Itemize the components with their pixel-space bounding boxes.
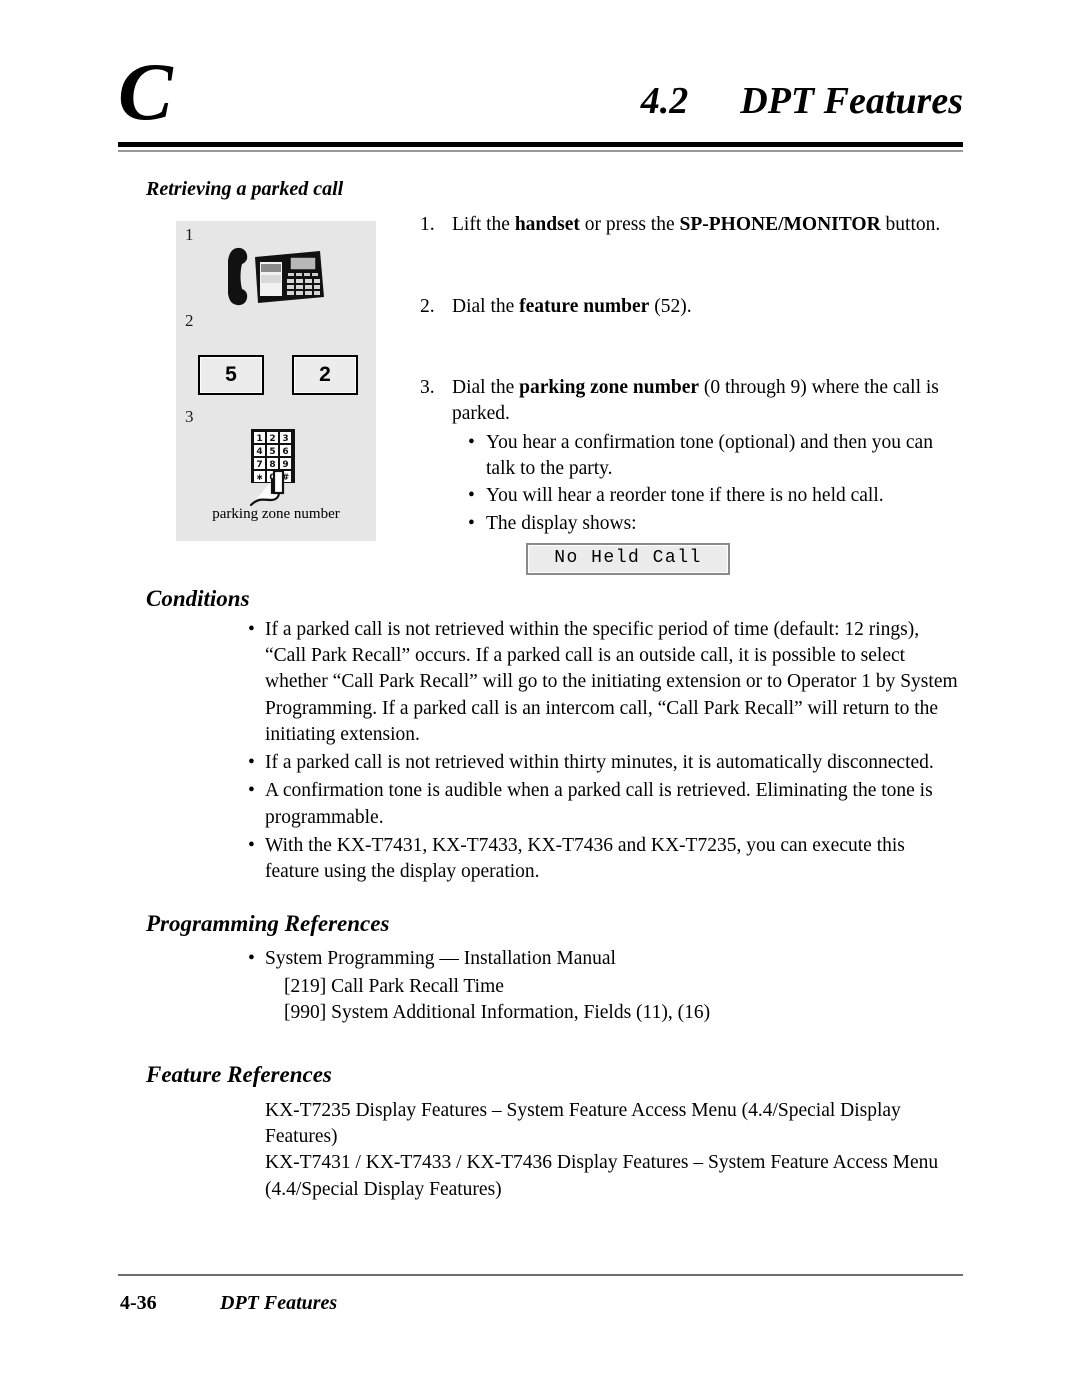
lcd-display-box: No Held Call (526, 542, 730, 575)
conditions-heading: Conditions (146, 586, 250, 611)
svg-text:∗: ∗ (256, 473, 264, 483)
programming-reference-entry-1: [219] Call Park Recall Time (284, 976, 504, 998)
programming-reference-entry-2: [990] System Additional Information, Fie… (284, 1002, 711, 1024)
step-3-substeps: You hear a confirmation tone (optional) … (452, 430, 965, 575)
feature-reference-entry-1: KX-T7235 Display Features – System Featu… (265, 1100, 901, 1148)
procedure-steps: 1. Lift the handset or press the SP-PHON… (420, 212, 965, 575)
illustration-step-1-label: 1 (185, 225, 194, 244)
footer-rule (118, 1274, 963, 1276)
step-2-number: 2. (420, 295, 435, 317)
programming-reference-bullet: System Programming — Installation Manual (248, 946, 958, 972)
feature-references-heading: Feature References (146, 1062, 332, 1087)
footer-page-number: 4-36 (120, 1292, 157, 1314)
substep-3: The display shows: (466, 511, 965, 537)
programming-references-heading: Programming References (146, 911, 390, 936)
condition-item-4: With the KX-T7431, KX-T7433, KX-T7436 an… (248, 833, 958, 885)
svg-text:6: 6 (282, 447, 288, 457)
svg-text:8: 8 (269, 460, 275, 470)
page-header: C 4.2 DPT Features (118, 51, 963, 147)
substep-1: You hear a confirmation tone (optional) … (466, 430, 965, 481)
condition-item-3: A confirmation tone is audible when a pa… (248, 778, 958, 830)
feature-references-list: KX-T7235 Display Features – System Featu… (248, 1098, 963, 1203)
feature-number-keys: 5 2 (198, 355, 358, 395)
document-page: C 4.2 DPT Features Retrieving a parked c… (0, 0, 1080, 1397)
svg-text:4: 4 (256, 447, 262, 457)
section-number: 4.2 (640, 80, 689, 122)
desk-phone-handset-lifted-icon (227, 245, 326, 307)
step-2-text: Dial the feature number (52). (452, 295, 692, 317)
feature-reference-entry-2: KX-T7431 / KX-T7433 / KX-T7436 Display F… (265, 1152, 939, 1200)
page-footer: 4-36 DPT Features (120, 1292, 337, 1315)
illustration-caption: parking zone number (212, 506, 340, 522)
svg-text:9: 9 (282, 460, 288, 470)
chapter-letter: C (118, 46, 173, 137)
svg-text:3: 3 (282, 434, 288, 444)
illustration-step-2-label: 2 (185, 311, 194, 330)
footer-title: DPT Features (220, 1292, 338, 1314)
keypad-with-hand-icon: 1 2 3 4 5 6 7 8 9 ∗ 0 # (238, 429, 316, 507)
subsection-title: Retrieving a parked call (146, 178, 344, 200)
step-3: 3. Dial the parking zone number (0 throu… (420, 375, 965, 575)
step-1: 1. Lift the handset or press the SP-PHON… (420, 212, 965, 238)
procedure-illustration: 1 2 3 5 2 1 2 3 4 5 6 7 8 9 ∗ 0 # parkin… (176, 221, 376, 541)
conditions-list: If a parked call is not retrieved within… (248, 617, 958, 887)
condition-item-2: If a parked call is not retrieved within… (248, 750, 958, 776)
svg-text:1: 1 (256, 434, 262, 444)
header-section: 4.2 DPT Features (641, 79, 963, 123)
key-box-2: 2 (292, 355, 358, 395)
step-3-number: 3. (420, 377, 435, 399)
condition-item-1: If a parked call is not retrieved within… (248, 617, 958, 748)
step-2: 2. Dial the feature number (52). (420, 294, 965, 320)
svg-text:5: 5 (269, 447, 275, 457)
svg-text:7: 7 (256, 460, 262, 470)
svg-text:2: 2 (269, 434, 275, 444)
step-3-text: Dial the parking zone number (0 through … (452, 377, 939, 425)
illustration-step-3-label: 3 (185, 407, 194, 426)
programming-references-list: System Programming — Installation Manual… (248, 946, 958, 1027)
header-rule (118, 142, 963, 147)
substep-2: You will hear a reorder tone if there is… (466, 483, 965, 509)
header-rule-secondary (118, 150, 963, 152)
step-1-text: Lift the handset or press the SP-PHONE/M… (452, 214, 941, 235)
key-box-5: 5 (198, 355, 264, 395)
section-title: DPT Features (740, 80, 963, 122)
step-1-number: 1. (420, 214, 435, 235)
